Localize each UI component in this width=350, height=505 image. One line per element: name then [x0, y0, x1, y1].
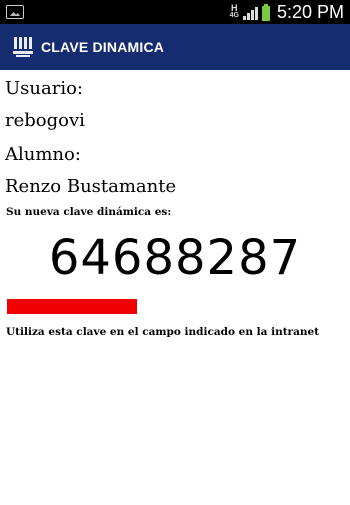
network-type-indicator: H 4G — [230, 4, 239, 20]
clave-label: Su nueva clave dinámica es: — [6, 206, 172, 218]
alumno-label: Alumno: — [5, 144, 81, 165]
university-building-icon[interactable] — [13, 36, 33, 58]
status-time: 5:20 PM — [276, 1, 344, 22]
alumno-value: Renzo Bustamante — [5, 176, 177, 197]
dynamic-key-value: 64688287 — [48, 230, 302, 286]
network-type-label: H — [231, 3, 238, 13]
network-sub-label: 4G — [229, 12, 239, 19]
status-bar: H 4G 5:20 PM — [0, 0, 350, 24]
usuario-value: rebogovi — [5, 110, 85, 131]
gallery-notification-icon — [6, 5, 24, 19]
key-timer-fill — [7, 299, 137, 314]
app-title: CLAVE DINAMICA — [41, 39, 165, 55]
usuario-label: Usuario: — [5, 78, 83, 99]
instruction-text: Utiliza esta clave en el campo indicado … — [6, 326, 320, 338]
signal-strength-icon — [242, 4, 258, 20]
battery-icon — [261, 3, 270, 21]
key-timer-bar — [7, 299, 137, 314]
app-bar: CLAVE DINAMICA — [0, 24, 350, 70]
status-indicators: H 4G 5:20 PM — [230, 1, 344, 23]
